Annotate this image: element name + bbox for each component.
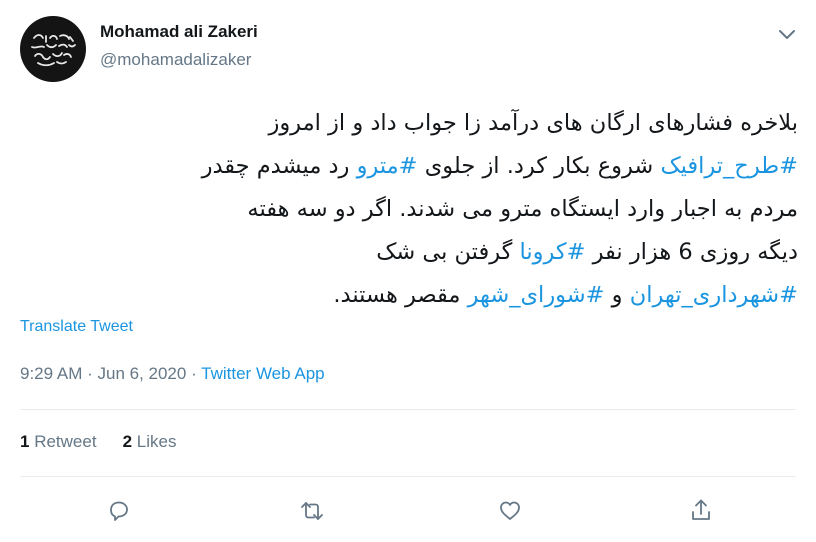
share-button[interactable]	[687, 497, 715, 525]
meta-separator: ·	[82, 364, 98, 383]
author-name[interactable]: Mohamad ali Zakeri	[100, 22, 258, 42]
meta-separator: ·	[186, 364, 202, 383]
reply-button[interactable]	[105, 497, 133, 525]
heart-icon	[500, 501, 520, 520]
share-icon	[692, 499, 710, 520]
tweet-meta: 9:29 AM · Jun 6, 2020 · Twitter Web App	[20, 364, 325, 384]
divider	[20, 409, 796, 410]
tweet-text-segment: گرفتن بی شک	[376, 239, 520, 265]
tweet-stats: 1 Retweet 2 Likes	[20, 432, 176, 452]
retweets-stat[interactable]: 1 Retweet	[20, 432, 97, 451]
author-handle[interactable]: @mohamadalizaker	[100, 50, 251, 70]
retweets-label: Retweet	[29, 432, 97, 451]
hashtag-link[interactable]: #کرونا	[519, 239, 585, 265]
tweet-line: #طرح_ترافیک شروع بکار کرد. از جلوی #مترو…	[20, 145, 798, 188]
tweet-time[interactable]: 9:29 AM	[20, 364, 82, 383]
tweet-source-link[interactable]: Twitter Web App	[201, 364, 324, 383]
retweet-icon	[301, 502, 323, 520]
tweet-line: دیگه روزی 6 هزار نفر #کرونا گرفتن بی شک	[20, 231, 798, 274]
hashtag-link[interactable]: #شورای_شهر	[468, 282, 605, 308]
tweet-text-segment: بلاخره فشارهای ارگان های درآمد زا جواب د…	[268, 110, 798, 136]
likes-stat[interactable]: 2 Likes	[123, 432, 177, 451]
hashtag-link[interactable]: #مترو	[357, 153, 418, 179]
likes-count: 2	[122, 432, 133, 451]
retweet-button[interactable]	[298, 497, 326, 525]
hashtag-link[interactable]: #طرح_ترافیک	[660, 153, 798, 179]
tweet-text: بلاخره فشارهای ارگان های درآمد زا جواب د…	[20, 102, 798, 317]
tweet-text-segment: مردم به اجبار وارد ایستگاه مترو می شدند.…	[247, 196, 798, 222]
tweet-text-segment: رد میشدم چقدر	[201, 153, 357, 179]
avatar[interactable]	[20, 16, 86, 82]
like-button[interactable]	[496, 497, 524, 525]
avatar-logo-icon	[31, 34, 76, 67]
tweet-text-segment: دیگه روزی 6 هزار نفر	[585, 239, 798, 265]
reply-icon	[110, 501, 128, 521]
tweet-line: #شهرداری_تهران و #شورای_شهر مقصر هستند.	[20, 274, 798, 317]
tweet-date[interactable]: Jun 6, 2020	[97, 364, 186, 383]
tweet-text-segment: و	[604, 282, 630, 308]
tweet-text-segment: شروع بکار کرد. از جلوی	[417, 153, 661, 179]
translate-tweet-link[interactable]: Translate Tweet	[20, 318, 133, 336]
more-options-button[interactable]	[775, 22, 799, 46]
tweet-line: مردم به اجبار وارد ایستگاه مترو می شدند.…	[20, 188, 798, 231]
chevron-down-icon	[779, 30, 795, 39]
tweet-text-segment: مقصر هستند.	[333, 282, 468, 308]
likes-label: Likes	[132, 432, 177, 451]
tweet-line: بلاخره فشارهای ارگان های درآمد زا جواب د…	[20, 102, 798, 145]
divider	[20, 476, 796, 477]
hashtag-link[interactable]: #شهرداری_تهران	[630, 282, 798, 308]
